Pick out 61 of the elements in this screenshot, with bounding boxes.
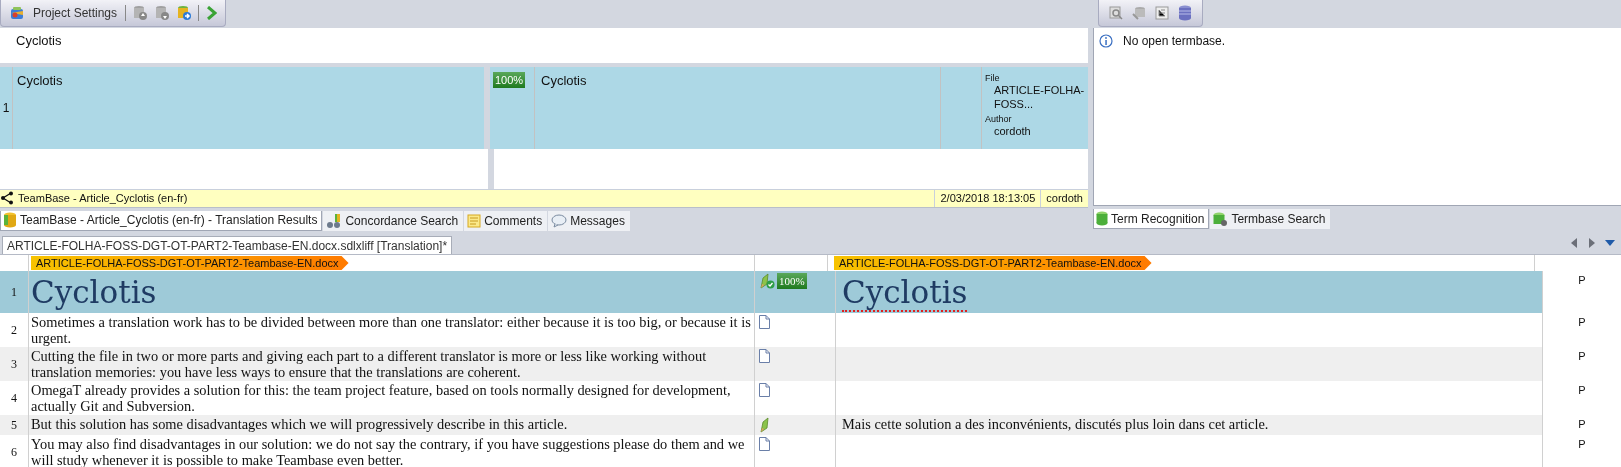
speech-bubble-icon	[551, 213, 568, 228]
structure-mark: P	[1578, 383, 1586, 398]
structure-mark: P	[1578, 349, 1586, 364]
panel-tab[interactable]: Messages	[548, 210, 630, 231]
info-icon	[1099, 34, 1113, 48]
scroll-right-icon[interactable]	[1588, 238, 1595, 248]
source-text: But this solution has some disadvantages which we will progressively describe in this article.	[29, 415, 755, 435]
panel-tab[interactable]: Concordance Search	[323, 210, 464, 231]
source-preview-text: Cyclotis	[16, 33, 62, 48]
database-up-icon[interactable]	[132, 5, 149, 21]
database-stack-icon[interactable]	[1178, 5, 1192, 21]
target-text: Mais cette solution a des inconvénients, discutés plus loin dans cet article.	[842, 416, 1269, 432]
database-icon	[1096, 211, 1108, 226]
search-icon[interactable]	[1109, 6, 1123, 20]
meta-value: ARTICLE-FOLHA-FOSS...	[993, 82, 1085, 111]
segment-number: 5	[0, 415, 29, 435]
status-message: No open termbase.	[1123, 34, 1226, 48]
structure-mark: P	[1578, 315, 1586, 330]
database-icon[interactable]	[1132, 6, 1146, 20]
meta-value: cordoth	[993, 123, 1031, 138]
teambase-name: TeamBase - Article_Cyclotis (en-fr)	[17, 192, 189, 205]
segment-row[interactable]	[0, 347, 1621, 381]
binoculars-icon	[326, 212, 343, 229]
panel-tab[interactable]: Comments	[464, 210, 548, 231]
file-tag: ARTICLE-FOLHA-FOSS-DGT-OT-PART2-Teambase-EN.docx	[31, 256, 349, 270]
target-text: Cyclotis	[842, 274, 968, 312]
panel-tab[interactable]: Termbase Search	[1210, 209, 1331, 229]
match-badge: 100%	[493, 71, 526, 88]
segment-number: 1	[0, 271, 29, 313]
segment-number: 3	[0, 347, 29, 381]
segment-row[interactable]: 1 Cyclotis 100% Cyclotis P	[0, 271, 1621, 313]
database-arrow-icon[interactable]	[176, 5, 193, 21]
project-icon[interactable]	[9, 5, 25, 21]
match-badge: 100%	[777, 273, 807, 289]
row-number: 1	[0, 66, 13, 149]
database-search-icon	[1213, 211, 1229, 227]
meta-label: Author	[985, 113, 1012, 124]
date-text: 2/03/2018 18:13:05	[934, 189, 1041, 207]
chevron-right-icon[interactable]	[205, 6, 218, 20]
result-target-text: Cyclotis	[535, 66, 941, 149]
source-text: Cyclotis	[29, 271, 755, 313]
file-tag: ARTICLE-FOLHA-FOSS-DGT-OT-PART2-Teambase-EN.docx	[834, 256, 1152, 270]
segment-row[interactable]: 5 But this solution has some disadvantages which we will progressively describe in this article. Mais cette solution a des inconvénients, discutés plus loin dans cet article. P	[0, 415, 1621, 435]
meta-label: File	[985, 72, 1000, 83]
dropdown-icon[interactable]	[1605, 239, 1615, 247]
share-icon	[0, 191, 14, 206]
panel-tab[interactable]: TeamBase - Article_Cyclotis (en-fr) - Translation Results	[0, 210, 323, 231]
note-icon	[467, 213, 482, 228]
result-row[interactable]: 1 Cyclotis 100% Cyclotis File ARTICLE-FOLHA-FOSS... Author cordoth	[0, 66, 1088, 149]
structure-mark: P	[1578, 417, 1586, 432]
source-text: Cutting the file in two or more parts and giving each part to a different translator is more or less like working without translation memories: you have less ways to ensure that the translations are coherent.	[29, 347, 755, 381]
database-down-icon[interactable]	[154, 5, 171, 21]
structure-mark: P	[1578, 437, 1586, 452]
panel-tab[interactable]: Term Recognition	[1093, 209, 1210, 229]
database-icon	[3, 212, 17, 229]
document-tab[interactable]: ARTICLE-FOLHA-FOSS-DGT-OT-PART2-Teambase-EN.docx.sdlxliff [Translation]*	[2, 236, 453, 254]
scroll-left-icon[interactable]	[1571, 238, 1578, 248]
user-text: cordoth	[1040, 189, 1088, 207]
structure-mark: P	[1578, 273, 1586, 288]
segment-number: 6	[0, 435, 29, 467]
result-source-text: Cyclotis	[16, 71, 64, 90]
